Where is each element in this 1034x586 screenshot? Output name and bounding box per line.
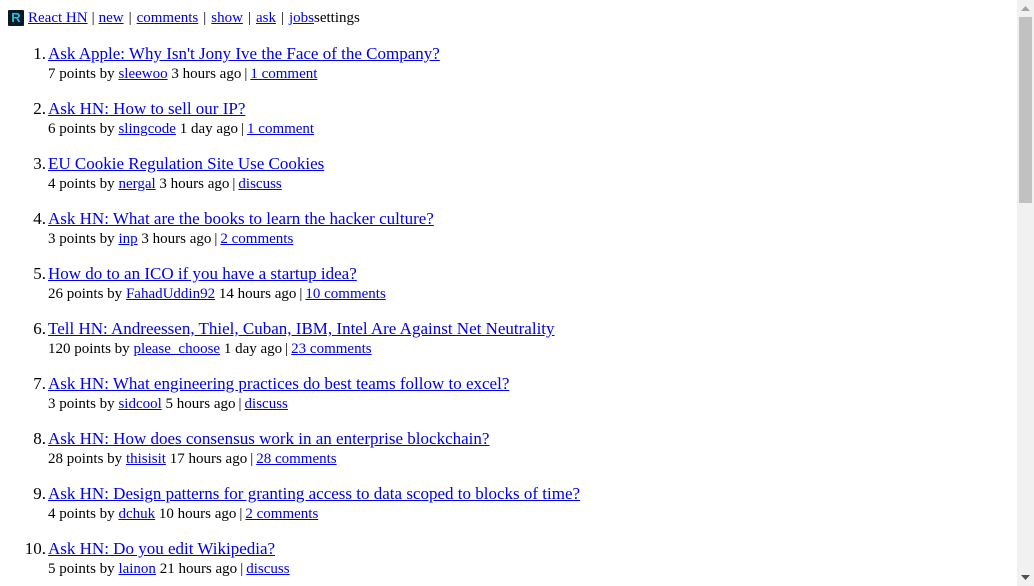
story-meta: 4 points by dchuk 10 hours ago | 2 comment… bbox=[48, 505, 318, 523]
story-author-link[interactable]: nergal bbox=[118, 176, 155, 192]
story-age: 3 hours ago bbox=[141, 231, 212, 247]
story-title-link[interactable]: Ask HN: How to sell our IP? bbox=[48, 98, 245, 120]
story-meta: 26 points by FahadUddin92 14 hours ago | 1… bbox=[48, 285, 386, 303]
story-comments-link[interactable]: 2 comments bbox=[245, 506, 318, 522]
nav-separator: | bbox=[91, 9, 95, 26]
story-comments-link[interactable]: 1 comment bbox=[247, 121, 314, 137]
story-rank: 1. bbox=[33, 44, 46, 63]
story-title-link[interactable]: How do to an ICO if you have a startup i… bbox=[48, 263, 357, 285]
story-comments-link[interactable]: 10 comments bbox=[305, 286, 385, 302]
story-meta: 6 points by slingcode 1 day ago | 1 commen… bbox=[48, 120, 314, 138]
story-rank: 2. bbox=[33, 99, 46, 118]
story-rank: 3. bbox=[33, 154, 46, 173]
story-comments-link[interactable]: 1 comment bbox=[250, 66, 317, 82]
story-comments-link[interactable]: discuss bbox=[246, 561, 289, 577]
story-points: 4 points by bbox=[48, 176, 115, 192]
story-comments-link[interactable]: 23 comments bbox=[291, 341, 371, 357]
scroll-down-arrow-icon[interactable] bbox=[1017, 569, 1034, 586]
meta-separator: | bbox=[239, 506, 243, 522]
story-meta: 28 points by thisisit 17 hours ago | 28 co… bbox=[48, 450, 337, 468]
scroll-up-arrow-icon[interactable] bbox=[1017, 0, 1034, 17]
story-meta: 5 points by lainon 21 hours ago | discuss bbox=[48, 560, 290, 578]
story-comments-link[interactable]: 28 comments bbox=[256, 451, 336, 467]
story-rank: 8. bbox=[33, 429, 46, 448]
story-title-link[interactable]: Ask HN: What engineering practices do be… bbox=[48, 373, 509, 395]
meta-separator: | bbox=[250, 451, 254, 467]
story-rank: 4. bbox=[33, 209, 46, 228]
nav-new-link[interactable]: new bbox=[99, 10, 124, 27]
story-author-link[interactable]: sleewoo bbox=[118, 66, 167, 82]
story-age: 5 hours ago bbox=[165, 396, 236, 412]
meta-separator: | bbox=[285, 341, 289, 357]
story-meta: 4 points by nergal 3 hours ago | discuss bbox=[48, 175, 282, 193]
nav-separator: | bbox=[280, 9, 284, 26]
story-author-link[interactable]: dchuk bbox=[118, 506, 155, 522]
story-age: 14 hours ago bbox=[218, 286, 297, 302]
story-rank: 5. bbox=[33, 264, 46, 283]
header-bar: R React HN | new | comments | show | ask… bbox=[8, 8, 360, 28]
nav-separator: | bbox=[203, 9, 207, 26]
story-points: 7 points by bbox=[48, 66, 115, 82]
react-hn-logo-icon[interactable]: R bbox=[8, 10, 24, 26]
story-points: 6 points by bbox=[48, 121, 115, 137]
story-title-link[interactable]: EU Cookie Regulation Site Use Cookies bbox=[48, 153, 324, 175]
story-age: 21 hours ago bbox=[159, 561, 238, 577]
story-comments-link[interactable]: discuss bbox=[245, 396, 288, 412]
nav-ask-link[interactable]: ask bbox=[256, 10, 276, 27]
story-author-link[interactable]: slingcode bbox=[118, 121, 176, 137]
story-title-link[interactable]: Ask HN: What are the books to learn the … bbox=[48, 208, 434, 230]
story-points: 5 points by bbox=[48, 561, 115, 577]
story-author-link[interactable]: FahadUddin92 bbox=[126, 286, 215, 302]
nav-separator: | bbox=[247, 9, 251, 26]
meta-separator: | bbox=[214, 231, 218, 247]
story-author-link[interactable]: lainon bbox=[118, 561, 156, 577]
nav-settings-link[interactable]: settings bbox=[314, 10, 360, 27]
story-meta: 3 points by inp 3 hours ago | 2 comments bbox=[48, 230, 293, 248]
story-points: 26 points by bbox=[48, 286, 123, 302]
meta-separator: | bbox=[240, 561, 244, 577]
meta-separator: | bbox=[241, 121, 245, 137]
story-age: 1 day ago bbox=[223, 341, 283, 357]
story-title-link[interactable]: Tell HN: Andreessen, Thiel, Cuban, IBM, … bbox=[48, 318, 555, 340]
story-meta: 3 points by sidcool 5 hours ago | discuss bbox=[48, 395, 288, 413]
story-meta: 7 points by sleewoo 3 hours ago | 1 commen… bbox=[48, 65, 317, 83]
meta-separator: | bbox=[244, 66, 248, 82]
story-age: 17 hours ago bbox=[169, 451, 248, 467]
story-points: 120 points by bbox=[48, 341, 130, 357]
vertical-scrollbar[interactable] bbox=[1017, 0, 1034, 586]
meta-separator: | bbox=[299, 286, 303, 302]
story-author-link[interactable]: sidcool bbox=[118, 396, 161, 412]
story-points: 4 points by bbox=[48, 506, 115, 522]
nav-comments-link[interactable]: comments bbox=[137, 10, 199, 27]
story-points: 3 points by bbox=[48, 231, 115, 247]
story-age: 10 hours ago bbox=[158, 506, 237, 522]
meta-separator: | bbox=[232, 176, 236, 192]
story-title-link[interactable]: Ask HN: Design patterns for granting acc… bbox=[48, 483, 580, 505]
page: R React HN | new | comments | show | ask… bbox=[0, 0, 1017, 586]
story-age: 3 hours ago bbox=[171, 66, 242, 82]
story-rank: 10. bbox=[24, 539, 46, 558]
story-title-link[interactable]: Ask Apple: Why Isn't Jony Ive the Face o… bbox=[48, 43, 440, 65]
story-rank: 9. bbox=[33, 484, 46, 503]
story-comments-link[interactable]: discuss bbox=[238, 176, 281, 192]
brand-link[interactable]: React HN bbox=[28, 10, 88, 27]
story-title-link[interactable]: Ask HN: Do you edit Wikipedia? bbox=[48, 538, 275, 560]
story-title-link[interactable]: Ask HN: How does consensus work in an en… bbox=[48, 428, 489, 450]
story-age: 3 hours ago bbox=[159, 176, 230, 192]
nav-separator: | bbox=[128, 9, 132, 26]
scrollbar-thumb[interactable] bbox=[1019, 17, 1032, 203]
nav-show-link[interactable]: show bbox=[211, 10, 243, 27]
story-age: 1 day ago bbox=[179, 121, 239, 137]
story-meta: 120 points by please_choose 1 day ago | 23… bbox=[48, 340, 372, 358]
story-points: 28 points by bbox=[48, 451, 123, 467]
meta-separator: | bbox=[238, 396, 242, 412]
story-author-link[interactable]: inp bbox=[118, 231, 137, 247]
story-author-link[interactable]: thisisit bbox=[126, 451, 166, 467]
story-comments-link[interactable]: 2 comments bbox=[220, 231, 293, 247]
story-author-link[interactable]: please_choose bbox=[133, 341, 220, 357]
nav-jobs-link[interactable]: jobs bbox=[289, 10, 314, 27]
story-points: 3 points by bbox=[48, 396, 115, 412]
story-rank: 7. bbox=[33, 374, 46, 393]
story-rank: 6. bbox=[33, 319, 46, 338]
